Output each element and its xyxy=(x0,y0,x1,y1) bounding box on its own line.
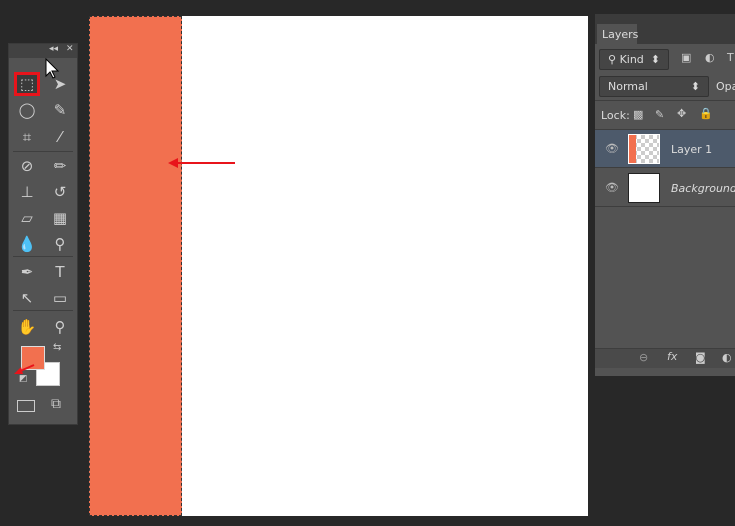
layer-name: Layer 1 xyxy=(671,143,713,156)
tools-panel: ◂◂ ✕ ⬚ ➤ ◯ ✎ ⌗ ⁄ ⊘ ✏ ⊥ ↺ ▱ ▦ 💧 ⚲ ✒ T ↖ ▭ ✋ ⚲ ⇆ ◩ ⧉ xyxy=(8,43,78,425)
lock-label: Lock: xyxy=(601,109,630,122)
tools-panel-header[interactable]: ◂◂ ✕ xyxy=(9,44,77,58)
pen-tool[interactable]: ✒ xyxy=(14,260,40,284)
clone-stamp-tool[interactable]: ⊥ xyxy=(14,180,40,204)
filter-adjustment-icon[interactable]: ◐ xyxy=(705,51,715,64)
path-selection-tool[interactable]: ↖ xyxy=(14,286,40,310)
eraser-tool[interactable]: ▱ xyxy=(14,206,40,230)
layer-row-layer-1[interactable]: 👁 Layer 1 xyxy=(595,130,735,168)
filter-image-icon[interactable]: ▣ xyxy=(681,51,691,64)
tab-layers[interactable]: Layers xyxy=(597,24,638,44)
filter-kind-value: Kind xyxy=(619,53,644,66)
lock-transparent-icon[interactable]: ▩ xyxy=(633,108,643,121)
lock-position-icon[interactable]: ✥ xyxy=(677,107,686,120)
opacity-label: Opa xyxy=(716,80,735,93)
quick-mask-button[interactable] xyxy=(17,400,35,412)
layers-panel: Layers ⚲ Kind⬍ ▣ ◐ T Normal⬍ Opa Lock: ▩… xyxy=(595,14,735,376)
blend-mode-select[interactable]: Normal ⬍ xyxy=(599,76,709,97)
annotation-arrow-small xyxy=(14,364,35,374)
dodge-tool[interactable]: ⚲ xyxy=(47,232,73,256)
layer-name: Background xyxy=(671,182,735,195)
rectangle-tool[interactable]: ▭ xyxy=(47,286,73,310)
gradient-tool[interactable]: ▦ xyxy=(47,206,73,230)
layer-style-fx-button[interactable]: fx xyxy=(667,350,677,363)
screen-mode-button[interactable]: ⧉ xyxy=(51,396,61,412)
mouse-cursor-icon xyxy=(45,58,60,79)
zoom-tool[interactable]: ⚲ xyxy=(47,315,73,339)
annotation-arrow xyxy=(168,158,235,168)
rectangular-marquee-tool[interactable]: ⬚ xyxy=(14,72,40,96)
layer-thumbnail xyxy=(628,134,660,164)
history-brush-tool[interactable]: ↺ xyxy=(47,180,73,204)
link-layers-icon[interactable]: ⊖ xyxy=(639,351,648,364)
visibility-eye-icon[interactable]: 👁 xyxy=(605,142,619,155)
adjustment-layer-icon[interactable]: ◐ xyxy=(722,351,732,364)
add-mask-icon[interactable]: ◙ xyxy=(695,351,706,364)
eyedropper-tool[interactable]: ⁄ xyxy=(47,125,73,149)
filter-type-icon[interactable]: T xyxy=(727,51,734,64)
brush-tool[interactable]: ✏ xyxy=(47,154,73,178)
visibility-eye-icon[interactable]: 👁 xyxy=(605,181,619,194)
type-tool[interactable]: T xyxy=(47,260,73,284)
blur-tool[interactable]: 💧 xyxy=(14,232,40,256)
swap-colors-icon[interactable]: ⇆ xyxy=(53,342,61,353)
lock-all-icon[interactable]: 🔒 xyxy=(699,107,713,120)
marquee-selection xyxy=(89,16,182,516)
blend-mode-value: Normal xyxy=(608,80,648,93)
quick-selection-tool[interactable]: ✎ xyxy=(47,98,73,122)
layer-thumbnail xyxy=(628,173,660,203)
spot-healing-tool[interactable]: ⊘ xyxy=(14,154,40,178)
close-button[interactable]: ✕ xyxy=(66,44,74,54)
layer-row-background[interactable]: 👁 Background xyxy=(595,169,735,207)
lock-image-icon[interactable]: ✎ xyxy=(655,108,664,121)
lasso-tool[interactable]: ◯ xyxy=(14,98,40,122)
crop-tool[interactable]: ⌗ xyxy=(14,125,40,149)
filter-kind-select[interactable]: ⚲ Kind ⬍ xyxy=(599,49,669,70)
hand-tool[interactable]: ✋ xyxy=(14,315,40,339)
collapse-button[interactable]: ◂◂ xyxy=(49,44,58,54)
